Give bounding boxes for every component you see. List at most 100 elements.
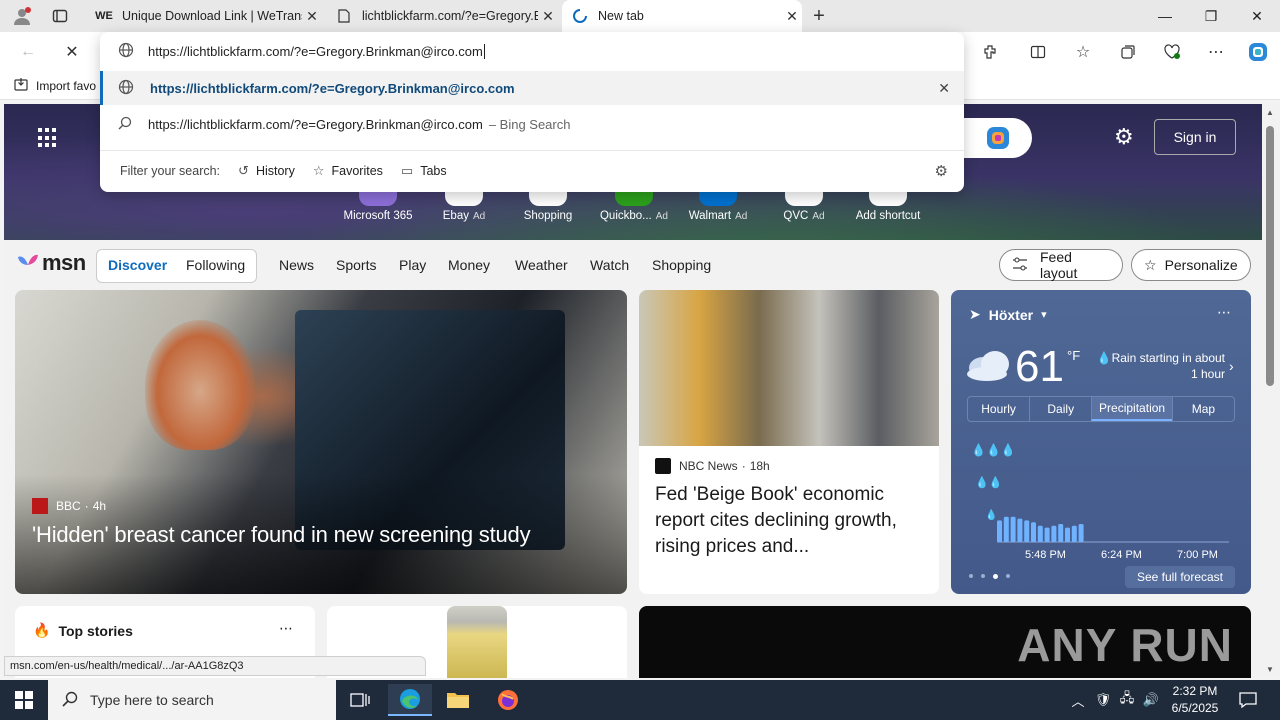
page-dots	[969, 574, 1010, 579]
shortcut-label: Walmart	[688, 210, 732, 222]
nav-watch[interactable]: Watch	[590, 257, 629, 273]
suggestion-search-suffix: – Bing Search	[488, 116, 571, 132]
article-headline[interactable]: Fed 'Beige Book' economic report cites d…	[655, 482, 925, 560]
tab-daily[interactable]: Daily	[1029, 397, 1091, 421]
tab-new-tab[interactable]: New tab ✕	[562, 0, 802, 32]
nbc-news-icon	[655, 458, 671, 474]
ad-label: Ad	[735, 211, 748, 222]
taskbar-search-placeholder: Type here to search	[90, 692, 214, 708]
file-explorer-icon[interactable]	[436, 684, 480, 716]
article-headline[interactable]: 'Hidden' breast cancer found in new scre…	[32, 522, 531, 548]
article-time: 4h	[92, 499, 107, 513]
extensions-icon[interactable]	[976, 38, 1004, 66]
settings-gear-icon[interactable]: ⚙	[1114, 124, 1134, 150]
close-icon[interactable]: ✕	[782, 8, 802, 25]
close-icon[interactable]: ✕	[302, 8, 322, 25]
news-card-main[interactable]: BBC · 4h 'Hidden' breast cancer found in…	[15, 290, 627, 594]
more-options-icon[interactable]: ⋯	[1202, 38, 1230, 66]
back-arrow-icon[interactable]: ←	[14, 38, 42, 66]
moderate-rain-icon: 💧💧	[975, 476, 1002, 489]
tab-label: Unique Download Link | WeTrans	[122, 9, 302, 23]
sign-in-button[interactable]: Sign in	[1154, 119, 1236, 155]
filter-favorites-label: Favorites	[331, 163, 383, 178]
video-card[interactable]: ANY RUN	[639, 606, 1251, 678]
import-favorites-button[interactable]: Import favo	[14, 77, 96, 94]
tab-following[interactable]: Following	[186, 257, 245, 273]
tab-precipitation[interactable]: Precipitation	[1091, 397, 1172, 421]
firefox-icon[interactable]	[486, 684, 530, 716]
sparkle-star-icon: ☆	[1144, 256, 1157, 273]
edge-taskbar-icon[interactable]	[388, 684, 432, 716]
taskbar-search-box[interactable]: Type here to search	[48, 680, 336, 720]
filter-tabs-button[interactable]: ▭ Tabs	[401, 163, 447, 179]
tab-discover[interactable]: Discover	[108, 257, 167, 273]
more-options-icon[interactable]: ⋯	[279, 620, 293, 637]
more-options-icon[interactable]: ⋯	[1217, 304, 1231, 321]
time-label: 7:00 PM	[1177, 549, 1218, 560]
chevron-right-icon[interactable]: ›	[1229, 358, 1234, 374]
address-input[interactable]: https://lichtblickfarm.com/?e=Gregory.Br…	[148, 43, 485, 59]
nav-sports[interactable]: Sports	[336, 257, 376, 273]
scroll-up-icon[interactable]: ▲	[1266, 108, 1274, 117]
minimize-button[interactable]: —	[1142, 0, 1188, 32]
address-bar[interactable]: https://lichtblickfarm.com/?e=Gregory.Br…	[100, 32, 964, 70]
tab-map[interactable]: Map	[1171, 397, 1234, 421]
clock-date: 6/5/2025	[1171, 701, 1219, 715]
notifications-icon[interactable]	[1228, 684, 1268, 716]
personalize-button[interactable]: ☆ Personalize	[1131, 249, 1251, 281]
nav-news[interactable]: News	[279, 257, 314, 273]
copilot-icon[interactable]	[964, 118, 1032, 158]
nav-weather[interactable]: Weather	[515, 257, 568, 273]
profile-icon[interactable]	[4, 0, 40, 32]
filter-favorites-button[interactable]: ☆ Favorites	[313, 163, 383, 179]
raindrop-icon: 💧	[1096, 351, 1112, 365]
nav-play[interactable]: Play	[399, 257, 426, 273]
settings-gear-icon[interactable]: ⚙	[935, 162, 948, 180]
collections-icon[interactable]	[1114, 38, 1142, 66]
article-time: 18h	[749, 459, 770, 473]
tab-lichtblickfarm[interactable]: lichtblickfarm.com/?e=Gregory.B ✕	[326, 0, 558, 32]
copilot-icon[interactable]	[1244, 38, 1272, 66]
shortcut-label: Shopping	[523, 210, 573, 222]
volume-icon[interactable]: 🔊	[1136, 684, 1166, 716]
temperature-unit: °F	[1067, 348, 1081, 363]
light-rain-icon: 💧	[985, 508, 997, 521]
filter-label: Filter your search:	[120, 163, 221, 178]
maximize-button[interactable]: ❐	[1188, 0, 1234, 32]
windows-start-icon[interactable]	[2, 684, 46, 716]
weather-card[interactable]: ➤ Höxter ▾ ⋯ 61 °F 💧Rain starting in abo…	[951, 290, 1251, 594]
close-icon[interactable]: ✕	[538, 8, 558, 25]
nav-shopping[interactable]: Shopping	[652, 257, 711, 273]
news-card-secondary[interactable]: NBC News · 18h Fed 'Beige Book' economic…	[639, 290, 939, 594]
see-full-forecast-button[interactable]: See full forecast	[1124, 566, 1235, 588]
feed-layout-button[interactable]: Feed layout	[999, 249, 1123, 281]
suggestion-search[interactable]: https://lichtblickfarm.com/?e=Gregory.Br…	[100, 107, 964, 141]
suggestion-url-text: https://lichtblickfarm.com/?e=Gregory.Br…	[150, 80, 515, 96]
close-window-button[interactable]: ✕	[1234, 0, 1280, 32]
precipitation-bar	[1044, 527, 1050, 542]
suggestion-url[interactable]: https://lichtblickfarm.com/?e=Gregory.Br…	[100, 71, 964, 105]
scrollbar-thumb[interactable]	[1266, 126, 1274, 386]
tab-wetransfer[interactable]: WE Unique Download Link | WeTrans ✕	[86, 0, 322, 32]
loading-icon	[572, 8, 588, 24]
tab-actions-icon[interactable]	[40, 0, 80, 32]
filter-history-button[interactable]: ↺ History	[238, 163, 295, 179]
scroll-down-icon[interactable]: ▼	[1266, 665, 1274, 674]
source-name: BBC	[56, 499, 81, 513]
nav-money[interactable]: Money	[448, 257, 490, 273]
location-selector[interactable]: ➤ Höxter ▾	[969, 306, 1047, 323]
browser-essentials-icon[interactable]	[1158, 38, 1186, 66]
tab-label: New tab	[598, 9, 644, 23]
split-screen-icon[interactable]	[1024, 38, 1052, 66]
msn-navigation: msn Discover Following News Sports Play …	[4, 240, 1262, 290]
task-view-icon[interactable]	[338, 684, 382, 716]
new-tab-button[interactable]: +	[802, 0, 836, 32]
favorites-star-icon[interactable]: ☆	[1069, 38, 1097, 66]
msn-logo[interactable]: msn	[16, 250, 86, 276]
stop-loading-icon[interactable]: ✕	[58, 38, 86, 66]
page-scrollbar[interactable]: ▲ ▼	[1262, 104, 1280, 678]
tab-hourly[interactable]: Hourly	[968, 397, 1029, 421]
remove-suggestion-icon[interactable]: ✕	[938, 80, 950, 97]
app-launcher-icon[interactable]	[38, 128, 58, 148]
clock[interactable]: 2:32 PM 6/5/2025	[1166, 683, 1224, 717]
